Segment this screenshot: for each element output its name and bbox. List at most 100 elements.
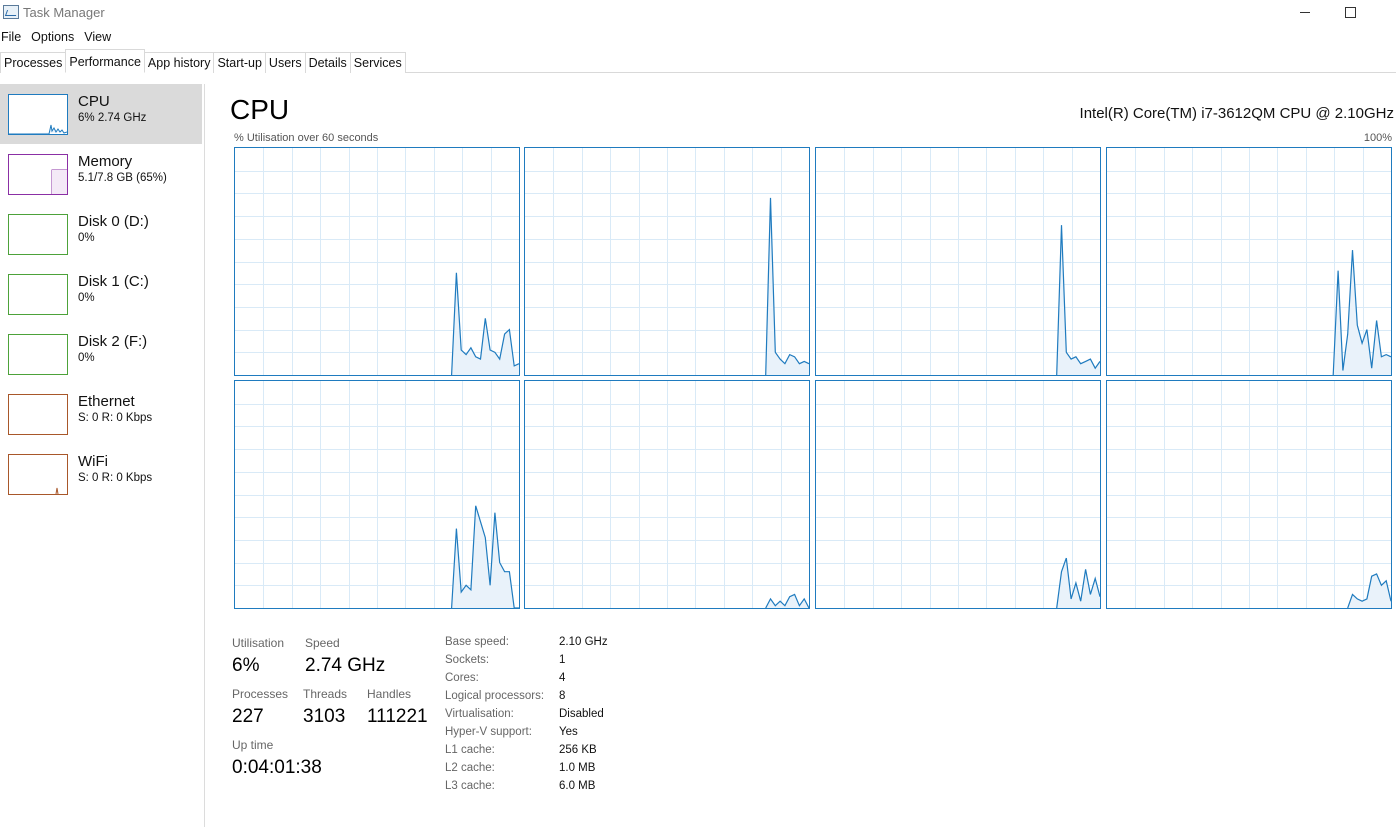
sidebar-item-label: Disk 2 (F:) [78, 333, 148, 350]
minimize-button[interactable] [1282, 0, 1328, 26]
cpu-graph-2-svg [816, 148, 1100, 375]
sidebar-item-wifi[interactable]: WiFi S: 0 R: 0 Kbps [0, 444, 202, 504]
cpu-graph-0 [234, 147, 520, 376]
sockets-value: 1 [559, 654, 566, 666]
cpu-graph-3-svg [1107, 148, 1391, 375]
utilisation-value: 6% [232, 655, 260, 676]
resource-sidebar: CPU 6% 2.74 GHz Memory 5.1/7.8 GB (65%) … [0, 84, 205, 827]
tab-start-up[interactable]: Start-up [213, 52, 266, 73]
cpu-usage-area [765, 197, 809, 375]
utilisation-label: Utilisation [232, 636, 285, 650]
l3-cache-value: 6.0 MB [559, 780, 596, 792]
handles-value: 111221 [367, 706, 428, 727]
handles-label: Handles [367, 687, 412, 701]
menu-bar: File Options View [0, 28, 120, 48]
threads-label: Threads [303, 687, 348, 701]
tab-services[interactable]: Services [349, 52, 406, 73]
memory-thumbnail-graph [8, 154, 68, 195]
cpu-graph-7 [1106, 380, 1392, 609]
cpu-model-name: Intel(R) Core(TM) i7-3612QM CPU @ 2.10GH… [1079, 105, 1394, 122]
sidebar-item-detail: S: 0 R: 0 Kbps [78, 472, 153, 484]
tab-performance[interactable]: Performance [65, 49, 145, 73]
cpu-graph-1-svg [525, 148, 809, 375]
sidebar-item-disk-1[interactable]: Disk 1 (C:) 0% [0, 264, 202, 324]
graph-caption: % Utilisation over 60 seconds [234, 132, 379, 144]
maximize-button[interactable] [1327, 0, 1373, 26]
l2-cache-label: L2 cache: [445, 762, 495, 774]
hyper-v-value: Yes [559, 726, 578, 738]
wifi-thumbnail-graph [8, 454, 68, 495]
threads-value: 3103 [303, 706, 346, 727]
tab-users[interactable]: Users [264, 52, 306, 73]
title-bar: Task Manager [0, 0, 1396, 26]
sidebar-item-label: WiFi [78, 453, 108, 470]
cores-value: 4 [559, 672, 566, 684]
tab-strip: Processes Performance App history Start-… [0, 49, 1396, 73]
sidebar-item-disk-2[interactable]: Disk 2 (F:) 0% [0, 324, 202, 384]
cpu-graph-4-svg [235, 381, 519, 608]
cpu-graph-7-svg [1107, 381, 1391, 608]
cpu-usage-area [451, 272, 519, 375]
window-title: Task Manager [23, 5, 105, 20]
sidebar-item-label: Memory [78, 153, 133, 170]
cpu-graph-6 [815, 380, 1101, 609]
menu-view[interactable]: View [83, 28, 115, 48]
virtualisation-label: Virtualisation: [445, 708, 514, 720]
sidebar-item-cpu[interactable]: CPU 6% 2.74 GHz [0, 84, 202, 144]
page-title: CPU [230, 94, 290, 125]
cpu-usage-area [1347, 573, 1391, 608]
cpu-graph-1 [524, 147, 810, 376]
sidebar-item-ethernet[interactable]: Ethernet S: 0 R: 0 Kbps [0, 384, 202, 444]
sidebar-item-disk-0[interactable]: Disk 0 (D:) 0% [0, 204, 202, 264]
processes-value: 227 [232, 706, 264, 727]
virtualisation-value: Disabled [559, 708, 604, 720]
task-manager-icon [3, 5, 19, 19]
cores-label: Cores: [445, 672, 479, 684]
menu-options[interactable]: Options [30, 28, 78, 48]
ethernet-thumbnail-graph [8, 394, 68, 435]
logical-processors-value: 8 [559, 690, 566, 702]
uptime-value: 0:04:01:38 [232, 757, 322, 778]
disk-0-thumbnail-graph [8, 214, 68, 255]
speed-value: 2.74 GHz [305, 655, 386, 676]
tab-details[interactable]: Details [304, 52, 351, 73]
processes-label: Processes [232, 687, 289, 701]
sidebar-item-detail: 6% 2.74 GHz [78, 112, 147, 124]
graph-max-label: 100% [1363, 132, 1392, 144]
cpu-graph-0-svg [235, 148, 519, 375]
menu-file[interactable]: File [0, 28, 25, 48]
sidebar-item-label: Ethernet [78, 393, 135, 410]
sockets-label: Sockets: [445, 654, 490, 666]
cpu-graph-5 [524, 380, 810, 609]
sidebar-item-label: Disk 0 (D:) [78, 213, 149, 230]
speed-label: Speed [305, 636, 340, 650]
sidebar-item-detail: 5.1/7.8 GB (65%) [78, 172, 167, 184]
sidebar-item-detail: 0% [78, 232, 95, 244]
hyper-v-label: Hyper-V support: [445, 726, 532, 738]
cpu-graph-6-svg [816, 381, 1100, 608]
cpu-graph-3 [1106, 147, 1392, 376]
sidebar-item-label: Disk 1 (C:) [78, 273, 149, 290]
l1-cache-label: L1 cache: [445, 744, 495, 756]
uptime-label: Up time [232, 738, 274, 752]
tab-app-history[interactable]: App history [143, 52, 215, 73]
disk-2-thumbnail-graph [8, 334, 68, 375]
cpu-usage-area [451, 505, 519, 608]
cpu-thumbnail-graph [8, 94, 68, 135]
sidebar-item-detail: 0% [78, 292, 95, 304]
tab-processes[interactable]: Processes [0, 52, 67, 73]
cpu-graph-4 [234, 380, 520, 609]
cpu-graph-2 [815, 147, 1101, 376]
sidebar-item-detail: 0% [78, 352, 95, 364]
base-speed-label: Base speed: [445, 636, 509, 648]
l3-cache-label: L3 cache: [445, 780, 495, 792]
l1-cache-value: 256 KB [559, 744, 597, 756]
base-speed-value: 2.10 GHz [559, 636, 608, 648]
cpu-graph-5-svg [525, 381, 809, 608]
logical-processors-label: Logical processors: [445, 690, 545, 702]
sidebar-item-memory[interactable]: Memory 5.1/7.8 GB (65%) [0, 144, 202, 204]
sidebar-item-detail: S: 0 R: 0 Kbps [78, 412, 153, 424]
disk-1-thumbnail-graph [8, 274, 68, 315]
sidebar-item-label: CPU [78, 93, 110, 110]
l2-cache-value: 1.0 MB [559, 762, 596, 774]
